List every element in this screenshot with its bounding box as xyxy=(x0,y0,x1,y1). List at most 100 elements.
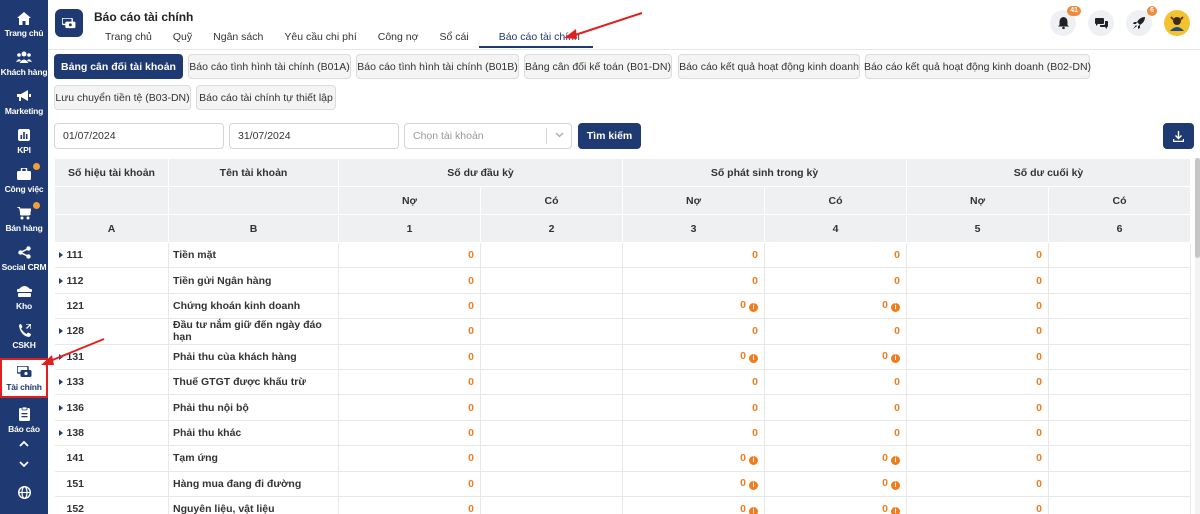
info-icon[interactable]: i xyxy=(891,455,901,465)
table-row[interactable]: 112 Tiền gửi Ngân hàng 0 0 0 0 xyxy=(54,267,1192,294)
subtab-custom-report[interactable]: Báo cáo tài chính tự thiết lập xyxy=(196,85,336,110)
info-icon[interactable]: i xyxy=(891,481,901,491)
tab-budget[interactable]: Ngân sách xyxy=(202,26,273,48)
subtab-income-statement[interactable]: Báo cáo kết quả hoạt động kinh doanh xyxy=(678,54,860,79)
avatar[interactable] xyxy=(1164,10,1190,36)
sidebar-item-finance[interactable]: Tài chính xyxy=(0,358,48,398)
tab-home[interactable]: Trang chủ xyxy=(94,26,162,48)
notifications-button[interactable]: 41 xyxy=(1050,6,1081,36)
sidebar-item-customers[interactable]: Khách hàng xyxy=(0,43,48,83)
value: 0 xyxy=(468,299,474,312)
subtab-b01-dn[interactable]: Bảng cân đối kế toán (B01-DN) xyxy=(524,54,672,79)
table-row[interactable]: 128 Đầu tư nắm giữ đến ngày đáo hạn 0 0 0 0 xyxy=(54,318,1192,345)
subtab-b02-dn[interactable]: Báo cáo kết quả hoạt động kinh doanh (B0… xyxy=(864,54,1091,79)
info-icon[interactable]: i xyxy=(749,354,759,364)
subtab-b03-dn[interactable]: Lưu chuyển tiền tệ (B03-DN) xyxy=(54,85,191,110)
account-name: Đầu tư nắm giữ đến ngày đáo hạn xyxy=(168,318,339,345)
subtab-b01b[interactable]: Báo cáo tình hình tài chính (B01B) xyxy=(356,54,519,79)
info-icon[interactable]: i xyxy=(891,506,901,514)
chat-button[interactable] xyxy=(1088,10,1114,36)
account-code-cell[interactable]: 112 xyxy=(54,267,169,294)
expand-caret-icon[interactable] xyxy=(58,404,63,411)
info-icon[interactable]: i xyxy=(749,303,759,313)
value: 0 xyxy=(752,274,759,287)
sidebar-item-home[interactable]: Trang chủ xyxy=(0,4,48,44)
info-icon[interactable]: i xyxy=(749,455,759,465)
rocket-icon xyxy=(1133,17,1145,29)
account-code-cell[interactable]: 131 xyxy=(54,344,169,370)
finance-app-icon xyxy=(55,9,83,37)
header-col-b: B xyxy=(168,214,339,243)
table-row[interactable]: 138 Phải thu khác 0 0 0 0 xyxy=(54,420,1192,447)
tab-fund[interactable]: Quỹ xyxy=(162,26,202,48)
account-select[interactable]: Chọn tài khoản xyxy=(404,123,572,149)
table-row[interactable]: 131 Phải thu của khách hàng 0 0 i 0 i 0 xyxy=(54,344,1192,370)
sidebar-item-label: KPI xyxy=(17,145,31,155)
to-date-input[interactable]: 31/07/2024 xyxy=(229,123,399,149)
rocket-button[interactable]: 6 xyxy=(1126,6,1157,36)
account-code-cell[interactable]: 138 xyxy=(54,420,169,447)
table-row[interactable]: 151 Hàng mua đang đi đường 0 0 i 0 i 0 xyxy=(54,471,1192,497)
sidebar-item-tasks[interactable]: Công việc xyxy=(0,160,48,200)
notification-count: 41 xyxy=(1067,6,1081,16)
sidebar-scroll-down[interactable] xyxy=(0,454,48,474)
expand-caret-icon[interactable] xyxy=(58,252,63,259)
expand-caret-icon[interactable] xyxy=(58,353,63,360)
sidebar-scroll-up[interactable] xyxy=(0,434,48,454)
account-code-cell[interactable]: 133 xyxy=(54,369,169,396)
sidebar-language[interactable] xyxy=(0,482,48,502)
expand-caret-icon[interactable] xyxy=(58,379,63,386)
value: 0 xyxy=(468,376,474,389)
account-code-cell[interactable]: 136 xyxy=(54,394,169,421)
table-scrollbar[interactable] xyxy=(1195,158,1200,514)
header-col-5: 5 xyxy=(906,214,1050,243)
sidebar-item-warehouse[interactable]: Kho xyxy=(0,277,48,317)
search-button[interactable]: Tìm kiếm xyxy=(578,123,641,149)
select-divider xyxy=(546,128,547,144)
closing-credit xyxy=(1048,420,1192,447)
account-code-cell[interactable]: 128 xyxy=(54,318,169,345)
expand-caret-icon[interactable] xyxy=(58,429,63,436)
opening-credit xyxy=(480,496,624,514)
table-row[interactable]: 133 Thuế GTGT được khấu trừ 0 0 0 0 xyxy=(54,369,1192,396)
tab-expense-request[interactable]: Yêu cầu chi phí xyxy=(273,26,366,48)
account-code-cell[interactable]: 111 xyxy=(54,242,169,269)
opening-credit xyxy=(480,318,624,345)
expand-caret-icon[interactable] xyxy=(58,328,63,335)
opening-debit: 0 xyxy=(338,471,481,497)
sidebar-item-marketing[interactable]: Marketing xyxy=(0,82,48,122)
tab-ledger[interactable]: Sổ cái xyxy=(429,26,479,48)
table-row[interactable]: 141 Tạm ứng 0 0 i 0 i 0 xyxy=(54,445,1192,472)
sidebar-item-kpi[interactable]: KPI xyxy=(0,121,48,161)
header-col-6: 6 xyxy=(1048,214,1192,243)
scrollbar-thumb[interactable] xyxy=(1195,158,1200,258)
tab-debt[interactable]: Công nợ xyxy=(367,26,429,48)
period-debit: 0 xyxy=(622,242,766,269)
closing-credit xyxy=(1048,369,1192,396)
from-date-input[interactable]: 01/07/2024 xyxy=(54,123,224,149)
sidebar-item-sales[interactable]: Bán hàng xyxy=(0,199,48,239)
sidebar-item-cskh[interactable]: CSKH xyxy=(0,316,48,356)
value: 0 xyxy=(1036,452,1043,465)
subtab-trial-balance[interactable]: Bảng cân đối tài khoản xyxy=(54,54,183,79)
expand-caret-icon[interactable] xyxy=(58,277,63,284)
info-icon[interactable]: i xyxy=(749,481,759,491)
info-icon[interactable]: i xyxy=(749,506,759,514)
period-credit: 0i xyxy=(764,445,908,472)
subtab-b01a[interactable]: Báo cáo tình hình tài chính (B01A) xyxy=(188,54,351,79)
info-icon[interactable]: i xyxy=(891,354,901,364)
period-credit: 0 xyxy=(764,394,908,421)
tab-financial-report[interactable]: Báo cáo tài chính xyxy=(478,26,593,48)
sidebar-item-social-crm[interactable]: Social CRM xyxy=(0,238,48,278)
opening-debit: 0 xyxy=(338,496,481,514)
table-row[interactable]: 152 Nguyên liệu, vật liệu 0 0 i 0 i 0 xyxy=(54,496,1192,514)
value: 0 xyxy=(752,376,759,389)
table-row[interactable]: 121 Chứng khoán kinh doanh 0 0 i 0 i 0 xyxy=(54,293,1192,320)
table-row[interactable]: 111 Tiền mặt 0 0 0 0 xyxy=(54,242,1192,269)
table-row[interactable]: 136 Phải thu nội bộ 0 0 0 0 xyxy=(54,394,1192,421)
account-select-placeholder: Chọn tài khoản xyxy=(413,130,484,142)
period-credit: 0i xyxy=(764,293,908,320)
download-button[interactable] xyxy=(1163,123,1194,149)
account-name: Tiền gửi Ngân hàng xyxy=(168,267,339,294)
info-icon[interactable]: i xyxy=(891,303,901,313)
